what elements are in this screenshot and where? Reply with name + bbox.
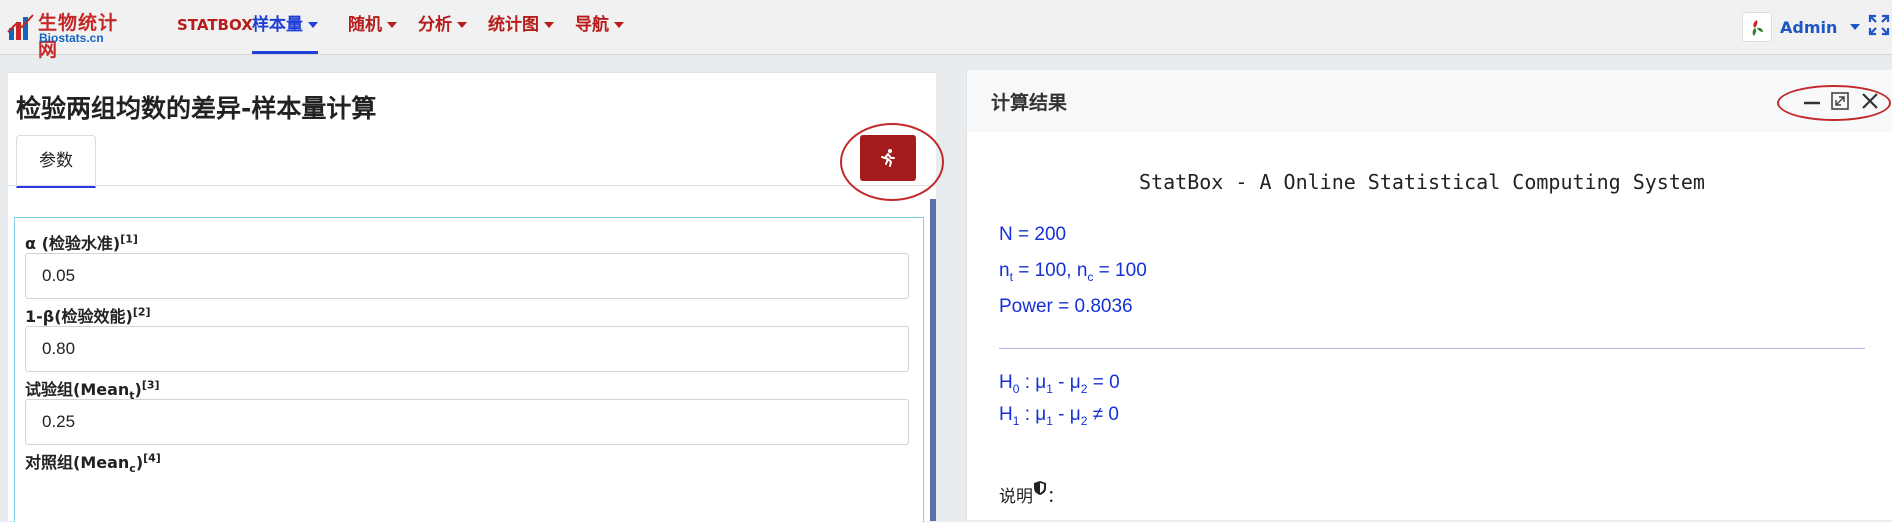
system-title: StatBox - A Online Statistical Computing… — [1139, 170, 1705, 194]
mean-t-input[interactable] — [25, 399, 909, 445]
h1-mu2: - μ — [1052, 404, 1081, 425]
maximize-icon[interactable] — [1829, 90, 1851, 112]
h1-mu1-sub: 1 — [1046, 413, 1053, 428]
h0-rel: = 0 — [1087, 372, 1120, 393]
tab-parameters-label: 参数 — [39, 151, 73, 171]
nav-random[interactable]: 随机 — [348, 0, 397, 54]
mean-t-label-text: 试验组(Mean — [25, 380, 130, 399]
nav-statbox-label: STATBOX — [177, 16, 253, 34]
page-title: 检验两组均数的差异-样本量计算 — [16, 94, 377, 123]
hypothesis-h0: H0 : μ1 - μ2 = 0 — [999, 372, 1120, 396]
scrollbar[interactable] — [930, 199, 936, 521]
mean-c-ref[interactable]: [4] — [143, 452, 161, 465]
alpha-input[interactable] — [25, 253, 909, 299]
mean-t-ref[interactable]: [3] — [142, 379, 160, 392]
avatar — [1742, 12, 1772, 42]
caret-down-icon — [614, 22, 624, 28]
nav-charts[interactable]: 统计图 — [488, 0, 554, 54]
alpha-label-text: α (检验水准) — [25, 234, 121, 253]
nt-label: n — [999, 260, 1010, 281]
power-label: 1-β(检验效能)[2] — [25, 303, 151, 327]
running-person-icon — [881, 149, 895, 167]
mean-c-label-text: 对照组(Mean — [25, 453, 130, 472]
fullscreen-icon[interactable] — [1868, 14, 1890, 36]
mean-t-close: ) — [134, 380, 142, 399]
close-icon[interactable] — [1859, 90, 1881, 112]
caret-down-icon — [457, 22, 467, 28]
results-header: 计算结果 — [967, 70, 1892, 132]
nav-sample-size-label: 样本量 — [252, 15, 303, 35]
top-navbar: 生物统计网 Biostats.cn STATBOX 样本量 随机 分析 统计图 … — [0, 0, 1892, 61]
result-power: Power = 0.8036 — [999, 296, 1133, 317]
result-n-total: N = 200 — [999, 224, 1067, 245]
caret-down-icon — [308, 22, 318, 28]
logo-chart-icon — [7, 14, 34, 40]
user-menu[interactable]: Admin — [1742, 10, 1861, 44]
nc-value: = 100 — [1093, 260, 1147, 281]
mean-c-label: 对照组(Meanc)[4] — [25, 449, 161, 476]
user-name: Admin — [1780, 17, 1838, 37]
nav-analysis[interactable]: 分析 — [418, 0, 467, 54]
parameter-form: α (检验水准)[1] 1-β(检验效能)[2] 试验组(Meant)[3] 对… — [14, 217, 924, 522]
explanation-heading: 说明 ： — [999, 480, 1064, 507]
h0-h: H — [999, 372, 1013, 393]
nav-navigation[interactable]: 导航 — [575, 0, 624, 54]
h1-rel: ≠ 0 — [1087, 404, 1119, 425]
logo-text-en: Biostats.cn — [39, 31, 104, 45]
result-divider — [999, 348, 1865, 349]
nav-charts-label: 统计图 — [488, 15, 539, 35]
nav-analysis-label: 分析 — [418, 15, 452, 35]
caret-down-icon — [387, 22, 397, 28]
nav-statbox[interactable]: STATBOX — [177, 0, 253, 54]
alpha-label: α (检验水准)[1] — [25, 230, 138, 254]
h0-mu2: - μ — [1052, 372, 1081, 393]
explanation-colon: ： — [1047, 487, 1064, 507]
hypothesis-h1: H1 : μ1 - μ2 ≠ 0 — [999, 404, 1119, 428]
alpha-ref[interactable]: [1] — [120, 233, 138, 246]
site-logo[interactable]: 生物统计网 Biostats.cn — [6, 8, 136, 61]
run-button[interactable] — [860, 135, 916, 181]
caret-down-icon — [1850, 24, 1861, 30]
shield-icon[interactable] — [1033, 480, 1047, 496]
h0-mu1: : μ — [1019, 372, 1047, 393]
nav-navigation-label: 导航 — [575, 15, 609, 35]
h0-mu1-sub: 1 — [1046, 381, 1053, 396]
flower-icon — [1752, 20, 1763, 36]
caret-down-icon — [544, 22, 554, 28]
nav-sample-size[interactable]: 样本量 — [252, 0, 318, 54]
nt-value: = 100, n — [1012, 260, 1088, 281]
results-title: 计算结果 — [991, 92, 1068, 114]
nav-random-label: 随机 — [348, 15, 382, 35]
power-label-text: 1-β(检验效能) — [25, 307, 133, 326]
result-group-sizes: nt = 100, nc = 100 — [999, 260, 1147, 284]
h1-h: H — [999, 404, 1013, 425]
power-ref[interactable]: [2] — [133, 306, 151, 319]
results-panel: 计算结果 StatBox - A Online Statistical Comp… — [966, 70, 1892, 520]
h1-mu1: : μ — [1019, 404, 1047, 425]
parameter-panel: 检验两组均数的差异-样本量计算 参数 α (检验水准)[1] 1-β(检验效能)… — [8, 72, 944, 522]
explanation-label: 说明 — [999, 487, 1033, 507]
minimize-icon[interactable] — [1801, 90, 1823, 112]
tab-parameters[interactable]: 参数 — [16, 135, 96, 188]
power-input[interactable] — [25, 326, 909, 372]
tab-divider — [8, 185, 936, 186]
